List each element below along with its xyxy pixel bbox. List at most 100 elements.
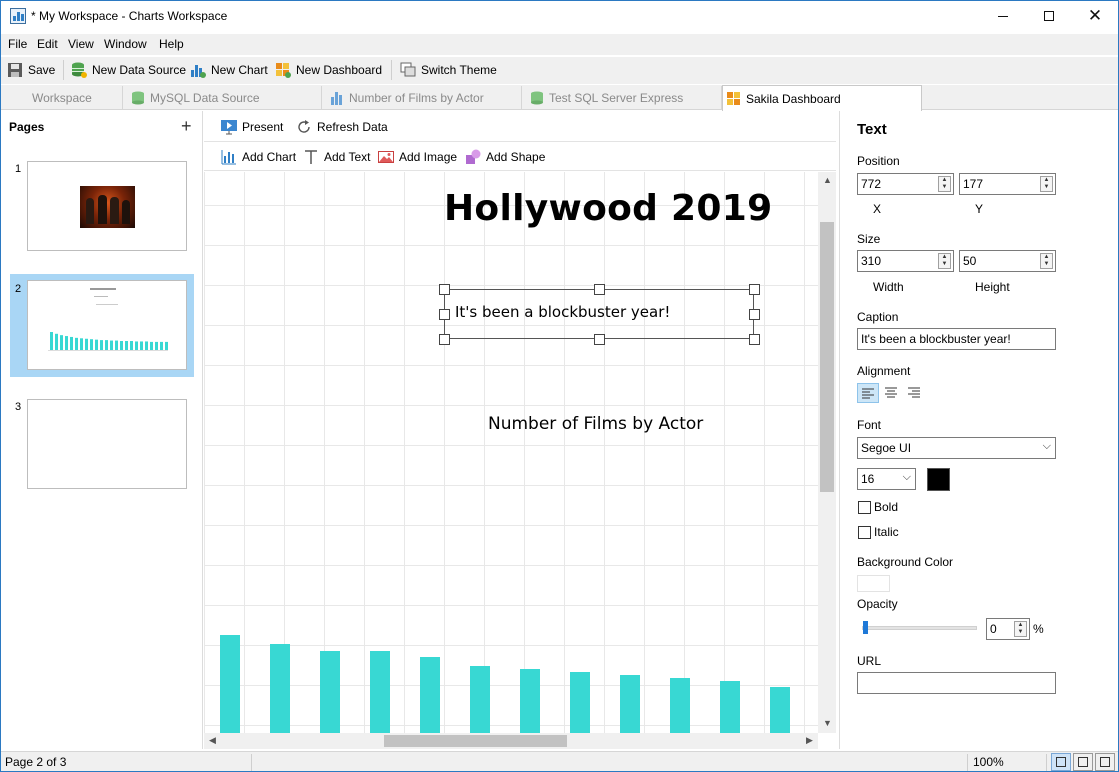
tab-label: MySQL Data Source	[150, 91, 260, 105]
tab-workspace[interactable]: Workspace	[1, 86, 123, 110]
align-right-button[interactable]	[904, 383, 926, 403]
chart-bar	[220, 635, 240, 733]
view-mode-button-2[interactable]	[1073, 753, 1093, 771]
new-data-source-button[interactable]: New Data Source	[71, 59, 186, 81]
page-number: 3	[15, 401, 22, 413]
minimize-button[interactable]	[980, 1, 1026, 31]
italic-checkbox[interactable]	[858, 526, 871, 539]
spin-up-icon[interactable]: ▲	[939, 254, 950, 261]
save-button[interactable]: Save	[7, 59, 55, 81]
new-chart-button[interactable]: New Chart	[190, 59, 268, 81]
add-shape-button[interactable]: Add Shape	[465, 149, 545, 165]
vertical-scroll-thumb[interactable]	[820, 222, 834, 492]
bold-checkbox[interactable]	[858, 501, 871, 514]
background-color-label: Background Color	[857, 555, 954, 569]
switch-theme-button[interactable]: Switch Theme	[400, 59, 497, 81]
height-input[interactable]: 50 ▲ ▼	[959, 250, 1056, 272]
maximize-button[interactable]	[1026, 1, 1072, 31]
text-icon	[303, 149, 319, 165]
add-image-button[interactable]: Add Image	[378, 149, 457, 165]
spin-up-icon[interactable]: ▲	[1015, 622, 1026, 629]
dashboard-canvas[interactable]: Hollywood 2019 It's been a blockbuster y…	[204, 172, 818, 733]
opacity-slider-track[interactable]	[862, 626, 977, 630]
menu-window[interactable]: Window	[104, 37, 147, 51]
menu-file[interactable]: File	[8, 37, 27, 51]
align-left-icon	[862, 388, 874, 399]
spin-down-icon[interactable]: ▼	[939, 261, 950, 268]
page-thumbnail-2[interactable]	[27, 280, 187, 370]
opacity-input[interactable]: 0 ▲ ▼	[986, 618, 1030, 640]
chart-bar	[570, 672, 590, 733]
width-input[interactable]: 310 ▲ ▼	[857, 250, 954, 272]
zoom-level[interactable]: 100%	[973, 755, 1004, 769]
add-page-button[interactable]: +	[181, 116, 192, 137]
font-select[interactable]: Segoe UI ⌵	[857, 437, 1056, 459]
spin-down-icon[interactable]: ▼	[1041, 261, 1052, 268]
thumbnail-bar	[135, 341, 138, 350]
bar-chart[interactable]	[204, 172, 818, 733]
spin-down-icon[interactable]: ▼	[1041, 184, 1052, 191]
font-size-value: 16	[861, 472, 875, 486]
background-color-swatch[interactable]	[857, 575, 890, 592]
database-icon	[530, 91, 544, 105]
menu-view[interactable]: View	[68, 37, 94, 51]
scroll-left-icon[interactable]: ◀	[209, 735, 216, 746]
font-value: Segoe UI	[861, 441, 912, 455]
font-color-swatch[interactable]	[927, 468, 950, 491]
scroll-right-icon[interactable]: ▶	[806, 735, 813, 746]
scroll-down-icon[interactable]: ▼	[823, 718, 832, 728]
tab-number-of-films-by-actor[interactable]: Number of Films by Actor	[322, 86, 522, 110]
dashboard-icon	[727, 91, 741, 106]
tab-mysql-data-source[interactable]: MySQL Data Source	[123, 86, 322, 110]
page-thumbnail-3[interactable]	[27, 399, 187, 489]
width-label: Width	[873, 280, 904, 294]
tab-sakila-dashboard[interactable]: Sakila Dashboard	[722, 85, 922, 111]
tab-test-sql-server-express[interactable]: Test SQL Server Express	[522, 86, 722, 110]
thumbnail-bar	[115, 340, 118, 350]
refresh-data-button[interactable]: Refresh Data	[296, 119, 388, 135]
view-mode-button-3[interactable]	[1095, 753, 1115, 771]
spin-down-icon[interactable]: ▼	[1015, 629, 1026, 636]
spin-down-icon[interactable]: ▼	[939, 184, 950, 191]
add-text-button[interactable]: Add Text	[303, 149, 370, 165]
image-icon	[378, 149, 394, 165]
align-left-button[interactable]	[857, 383, 879, 403]
menu-edit[interactable]: Edit	[37, 37, 58, 51]
thumbnail-bar	[120, 341, 123, 350]
spin-up-icon[interactable]: ▲	[1041, 254, 1052, 261]
caption-field[interactable]: It's been a blockbuster year!	[857, 328, 1056, 350]
horizontal-scrollbar[interactable]: ◀ ▶	[204, 733, 818, 749]
position-x-input[interactable]: 772 ▲ ▼	[857, 173, 954, 195]
new-dashboard-button[interactable]: New Dashboard	[275, 59, 382, 81]
add-chart-button[interactable]: Add Chart	[221, 149, 296, 165]
database-icon	[131, 91, 145, 105]
page-number: 1	[15, 163, 22, 175]
window-title: * My Workspace - Charts Workspace	[31, 9, 228, 23]
spin-up-icon[interactable]: ▲	[1041, 177, 1052, 184]
spin-up-icon[interactable]: ▲	[939, 177, 950, 184]
pages-title: Pages	[9, 120, 45, 134]
font-size-select[interactable]: 16 ⌵	[857, 468, 916, 490]
opacity-value: 0	[990, 622, 997, 636]
present-button[interactable]: Present	[221, 119, 283, 135]
url-field[interactable]	[857, 672, 1056, 694]
position-y-input[interactable]: 177 ▲ ▼	[959, 173, 1056, 195]
vertical-scrollbar[interactable]: ▲ ▼	[818, 172, 836, 733]
page-status: Page 2 of 3	[5, 755, 67, 769]
present-label: Present	[242, 120, 284, 134]
horizontal-scroll-thumb[interactable]	[384, 735, 567, 747]
view-mode-button-1[interactable]	[1051, 753, 1071, 771]
thumbnail-bar	[160, 341, 163, 350]
bar-chart-icon	[330, 91, 344, 105]
page-thumbnail-1[interactable]	[27, 161, 187, 251]
menu-help[interactable]: Help	[159, 37, 184, 51]
align-center-button[interactable]	[881, 383, 903, 403]
scroll-up-icon[interactable]: ▲	[823, 175, 832, 185]
thumbnail-bar	[80, 338, 83, 350]
document-tabs: Workspace MySQL Data Source Number of Fi…	[1, 85, 1118, 111]
thumbnail-bar	[105, 340, 108, 350]
close-button[interactable]: ✕	[1072, 1, 1118, 31]
canvas-toolbar-add: Add Chart Add Text Add Image Add Shape	[204, 143, 836, 171]
opacity-slider-thumb[interactable]	[863, 621, 868, 634]
thumbnail-bar	[55, 333, 58, 350]
